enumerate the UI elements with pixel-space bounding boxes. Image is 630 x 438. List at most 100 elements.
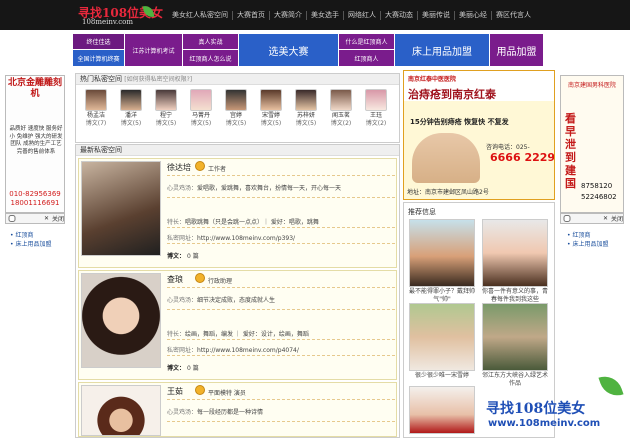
entry-motto: 心灵鸡汤：每一段经历都是一种诗情	[167, 407, 263, 416]
right-ad-close-label[interactable]: 关闭	[611, 214, 623, 223]
hot-space-item[interactable]: 王珏 博文(2)	[359, 89, 393, 127]
recommend-item[interactable]: 红唇	[409, 386, 475, 434]
recommend-image[interactable]	[409, 386, 475, 434]
url-link[interactable]: http://www.108meinv.com/p393/	[197, 235, 295, 242]
right-ad-checkbox[interactable]	[563, 215, 571, 222]
entry-photo[interactable]	[81, 273, 161, 368]
nav-item-spokesperson[interactable]: 赛区代言人	[491, 10, 535, 20]
left-ad-checkbox[interactable]	[8, 215, 16, 222]
entry-photo[interactable]	[81, 385, 161, 436]
left-link-label[interactable]: 红顶商	[15, 232, 33, 239]
left-ad-close-label[interactable]: 关闭	[52, 214, 64, 223]
avatar[interactable]	[225, 89, 247, 111]
medal-icon	[195, 273, 205, 283]
hot-spaces-hint[interactable]: [如何获得私密空间权限?]	[124, 76, 192, 83]
hot-space-item[interactable]: 杨孟洁 博文(7)	[79, 89, 113, 127]
subnav-link[interactable]: 终佳佳选	[73, 34, 124, 50]
entry-motto: 心灵鸡汤：爱唱歌，爱跳舞，喜欢舞台，扮情每一天，开心每一天	[167, 183, 341, 192]
recommend-image[interactable]	[482, 303, 548, 371]
hot-space-name[interactable]: 杨孟洁	[79, 112, 113, 120]
right-link[interactable]: • 床上用品加盟	[562, 240, 630, 249]
entry-name[interactable]: 徐达培	[167, 162, 191, 173]
hot-space-item[interactable]: 马菁丹 博文(5)	[184, 89, 218, 127]
avatar[interactable]	[330, 89, 352, 111]
hot-space-name[interactable]: 马菁丹	[184, 112, 218, 120]
left-link-label[interactable]: 床上用品加盟	[15, 241, 51, 248]
url-label: 私密网址：	[167, 235, 198, 242]
nav-item-private-space[interactable]: 美女红人私密空间	[168, 11, 232, 20]
ad-photo	[412, 133, 480, 183]
avatar[interactable]	[260, 89, 282, 111]
hot-space-item[interactable]: 宋雪婷 博文(5)	[254, 89, 288, 127]
nav-item-celebrities[interactable]: 网络红人	[343, 10, 380, 20]
avatar[interactable]	[190, 89, 212, 111]
close-icon[interactable]: ✕	[600, 215, 611, 222]
left-link[interactable]: • 红顶商	[5, 231, 75, 240]
hot-space-name[interactable]: 王珏	[359, 112, 393, 120]
recommend-image[interactable]	[409, 219, 475, 287]
subnav-link[interactable]: 用品加盟	[490, 42, 543, 58]
hot-space-name[interactable]: 苏梓妍	[289, 112, 323, 120]
entry-photo[interactable]	[81, 161, 161, 256]
subnav-link[interactable]: 红顶商人怎么说	[183, 50, 238, 66]
hot-space-item[interactable]: 闻玉茗 博文(2)	[324, 89, 358, 127]
site-logo[interactable]: 寻找108位美女 108meinv.com	[78, 4, 163, 28]
recommend-item[interactable]: 很少很少唯一宋雪婷	[409, 303, 475, 380]
subnav-link[interactable]: 什么是红顶商人	[339, 34, 394, 50]
subnav-link[interactable]: 选美大赛	[239, 42, 338, 58]
entry-name[interactable]: 王茹	[167, 386, 183, 397]
right-link-label[interactable]: 红顶商	[572, 232, 590, 239]
entry-posts: 博文： 0 篇	[167, 363, 199, 372]
hot-space-count: 博文(5)	[260, 120, 282, 127]
hot-space-item[interactable]: 潘洋 博文(5)	[114, 89, 148, 127]
hot-space-name[interactable]: 宫婷	[219, 112, 253, 120]
recommend-caption[interactable]: 很少很少唯一宋雪婷	[409, 372, 475, 380]
avatar[interactable]	[155, 89, 177, 111]
entry-name[interactable]: 查琅	[167, 274, 183, 285]
recommend-image[interactable]	[482, 219, 548, 287]
hot-space-item[interactable]: 宫婷 博文(5)	[219, 89, 253, 127]
divider	[167, 421, 395, 422]
nav-item-players[interactable]: 美女选手	[306, 10, 343, 20]
nav-item-heart[interactable]: 美丽心经	[454, 10, 491, 20]
subnav-link[interactable]: 真人实战	[183, 34, 238, 50]
entry-role: 平面模特 演员	[208, 390, 246, 397]
recommend-item[interactable]: 你喜一件有意义的事，青春每件我到我这些	[482, 219, 548, 303]
recommend-caption[interactable]: 最不能得罪小子？戴拜帅气"帅"	[409, 288, 475, 303]
right-link-label[interactable]: 床上用品加盟	[572, 241, 608, 248]
subnav-link[interactable]: 江苏计算机考试	[125, 42, 182, 58]
nav-item-legend[interactable]: 美丽传说	[417, 10, 454, 20]
hot-space-name[interactable]: 宋雪婷	[254, 112, 288, 120]
recommend-item[interactable]: 最不能得罪小子？戴拜帅气"帅"	[409, 219, 475, 303]
hot-space-name[interactable]: 程宁	[149, 112, 183, 120]
nav-item-home[interactable]: 大赛首页	[232, 10, 269, 20]
subnav-link[interactable]: 全国计算机终赛	[73, 50, 124, 66]
avatar[interactable]	[365, 89, 387, 111]
avatar[interactable]	[295, 89, 317, 111]
avatar[interactable]	[85, 89, 107, 111]
left-ad[interactable]: 北京金雕雕刻机 品质好 速度快 服务好 小 免维护 强大的研发团队 成熟的生产工…	[5, 75, 65, 213]
subnav-link[interactable]: 床上用品加盟	[395, 42, 489, 58]
close-icon[interactable]: ✕	[41, 215, 52, 222]
nav-item-intro[interactable]: 大赛简介	[269, 10, 306, 20]
nav-item-news[interactable]: 大赛动态	[380, 10, 417, 20]
subnav-link[interactable]: 红顶商人	[339, 50, 394, 66]
medal-icon	[195, 385, 205, 395]
hospital-ad[interactable]: 南京红泰中医医院 治痔疮到南京红泰 15分钟告别痔疮 恢复快 不复发 咨询电话：…	[403, 70, 555, 200]
entry-hobby: 特长：绘画，舞蹈，编发 ｜ 爱好：设计，绘画，舞蹈	[167, 329, 309, 338]
brand-url: www.108meinv.com	[488, 418, 601, 429]
right-link[interactable]: • 红顶商	[562, 231, 630, 240]
divider	[167, 399, 395, 400]
hot-space-item[interactable]: 程宁 博文(5)	[149, 89, 183, 127]
recommend-caption[interactable]: 你喜一件有意义的事，青春每件我到我这些	[482, 288, 548, 303]
url-link[interactable]: http://www.108meinv.com/p4074/	[197, 347, 299, 354]
entry-role: 工作者	[208, 166, 227, 173]
hot-space-item[interactable]: 苏梓妍 博文(5)	[289, 89, 323, 127]
hospital-ad-tagline: 15分钟告别痔疮 恢复快 不复发	[410, 118, 509, 126]
avatar[interactable]	[120, 89, 142, 111]
hot-space-name[interactable]: 闻玉茗	[324, 112, 358, 120]
recommend-image[interactable]	[409, 303, 475, 371]
hot-space-name[interactable]: 潘洋	[114, 112, 148, 120]
left-link[interactable]: • 床上用品加盟	[5, 240, 75, 249]
right-ad[interactable]: 南京建国男科医院 看早泄到建国 8758120 52246802	[560, 75, 624, 213]
